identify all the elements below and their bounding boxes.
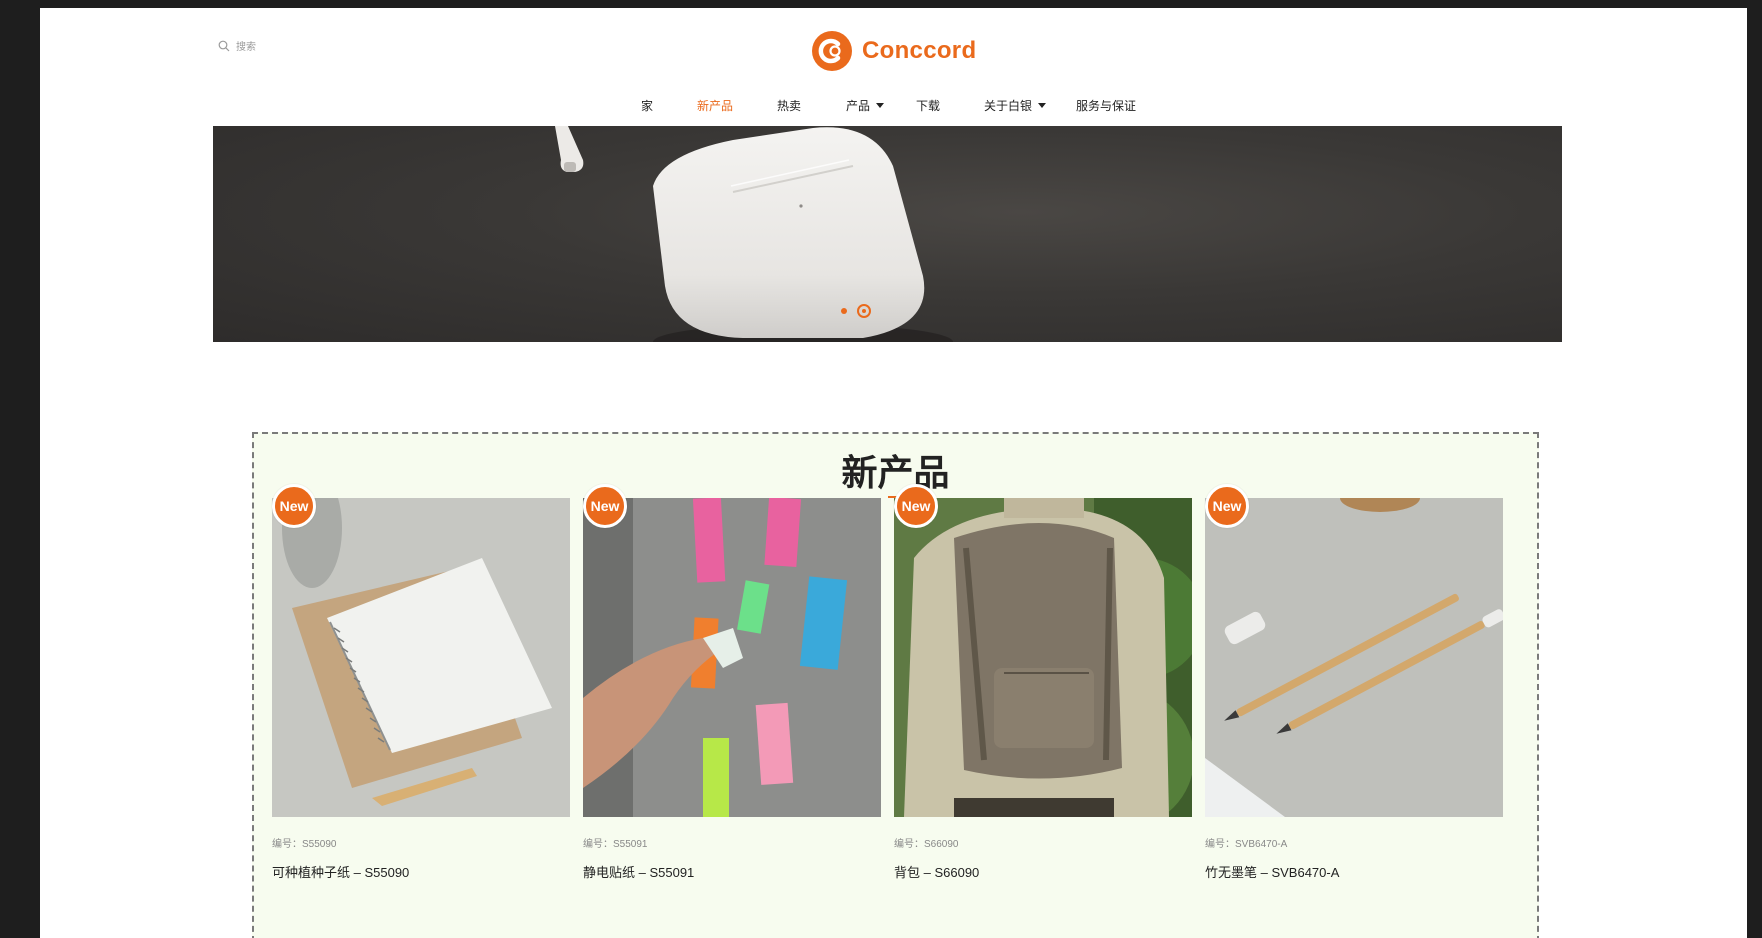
main-nav: 家 新产品 热卖 产品 下载 关于白银 服务与保证 (40, 97, 1747, 117)
product-image[interactable] (1205, 498, 1503, 817)
new-badge: New (894, 484, 938, 528)
earbuds-case-image (555, 126, 953, 342)
product-image[interactable] (272, 498, 570, 817)
bamboo-pens-image (1205, 498, 1503, 817)
carousel-dot-active[interactable] (857, 304, 871, 318)
nav-label: 热卖 (777, 99, 802, 113)
product-card[interactable]: New 编号：S55090 可种植种子纸 – S55090 (272, 484, 570, 881)
nav-item-downloads[interactable]: 下载 (916, 97, 940, 114)
product-code: 编号：S66090 (894, 839, 959, 850)
product-image[interactable] (583, 498, 881, 817)
caret-down-icon (1038, 103, 1047, 108)
logo-text: Conccord (862, 37, 977, 64)
product-image[interactable] (894, 498, 1192, 817)
search-icon (218, 40, 230, 51)
nav-item-new-products[interactable]: 新产品 (697, 97, 733, 114)
nav-label: 下载 (916, 99, 941, 113)
sticky-notes-image (583, 498, 881, 817)
new-products-section: 新产品 New 编号：S55090 可种植种子纸 – S55090 New 编号… (252, 432, 1539, 938)
caret-down-icon (876, 103, 885, 108)
page: 搜索 Conccord 家 新产品 热卖 产品 下载 关于白银 服务与保证 新产… (40, 8, 1747, 938)
nav-label: 新产品 (697, 99, 734, 113)
nav-label: 产品 (846, 99, 871, 113)
nav-item-home[interactable]: 家 (641, 97, 653, 114)
new-badge: New (1205, 484, 1249, 528)
nav-item-service[interactable]: 服务与保证 (1076, 97, 1136, 114)
product-card[interactable]: New 编号：S55091 静电贴纸 – S55091 (583, 484, 881, 881)
search-placeholder[interactable]: 搜索 (236, 38, 256, 53)
carousel-dot[interactable] (841, 308, 847, 314)
nav-item-hot-sale[interactable]: 热卖 (777, 97, 801, 114)
site-logo[interactable]: Conccord (812, 31, 976, 71)
nav-label: 服务与保证 (1076, 99, 1137, 113)
product-name[interactable]: 竹无墨笔 – SVB6470-A (1205, 862, 1503, 881)
product-code: 编号：S55091 (583, 839, 648, 850)
product-name[interactable]: 静电贴纸 – S55091 (583, 862, 881, 881)
nav-label: 关于白银 (984, 99, 1033, 113)
nav-item-products[interactable]: 产品 (846, 97, 885, 114)
hero-banner[interactable] (213, 126, 1562, 342)
product-code: 编号：SVB6470-A (1205, 839, 1288, 850)
product-card[interactable]: New 编号：S66090 背包 – S66090 (894, 484, 1192, 881)
new-badge: New (583, 484, 627, 528)
product-card[interactable]: New 编号：SVB6470-A 竹无墨笔 – SVB6470-A (1205, 484, 1503, 881)
logo-icon (812, 31, 852, 71)
nav-item-about[interactable]: 关于白银 (984, 97, 1047, 114)
backpack-image (894, 498, 1192, 817)
carousel-dots (841, 304, 871, 318)
nav-label: 家 (641, 99, 654, 113)
product-name[interactable]: 背包 – S66090 (894, 862, 1192, 881)
new-badge: New (272, 484, 316, 528)
product-code: 编号：S55090 (272, 839, 337, 850)
product-name[interactable]: 可种植种子纸 – S55090 (272, 862, 570, 881)
search-box[interactable]: 搜索 (218, 38, 256, 53)
notebook-image (272, 498, 570, 817)
